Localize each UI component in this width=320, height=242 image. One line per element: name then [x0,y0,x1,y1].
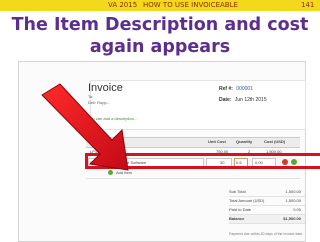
red-arrow-icon [41,83,129,171]
